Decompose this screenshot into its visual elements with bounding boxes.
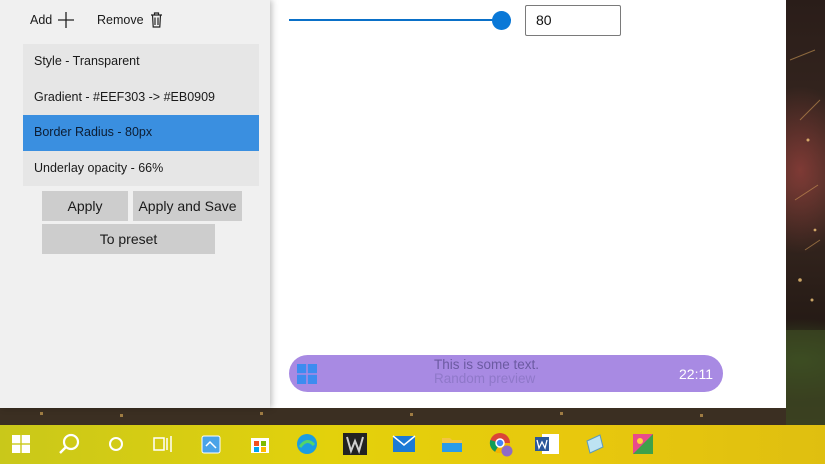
add-label: Add (30, 13, 53, 27)
layer-panel: Add Remove Style - Transparent Gradient … (0, 0, 270, 408)
predator-icon[interactable] (340, 429, 370, 459)
taskbar (0, 425, 825, 464)
border-radius-slider-track[interactable] (289, 19, 511, 21)
notes-app-icon[interactable] (196, 429, 226, 459)
remove-label: Remove (97, 13, 144, 27)
mail-icon[interactable] (389, 429, 419, 459)
preview-clock: 22:11 (679, 366, 713, 382)
layer-item-style[interactable]: Style - Transparent (23, 44, 259, 80)
word-icon[interactable] (532, 429, 562, 459)
chrome-icon[interactable] (486, 429, 516, 459)
edge-icon[interactable] (292, 429, 322, 459)
preview-ghost-text: Random preview (434, 371, 536, 386)
windows-start-icon[interactable] (6, 429, 36, 459)
customizer-window: Add Remove Style - Transparent Gradient … (0, 0, 786, 408)
remove-button[interactable]: Remove (97, 9, 163, 31)
border-radius-input[interactable]: 80 (525, 5, 621, 36)
cortana-icon[interactable] (101, 429, 131, 459)
apply-button[interactable]: Apply (42, 191, 128, 221)
file-explorer-icon[interactable] (437, 429, 467, 459)
trash-icon (150, 12, 162, 28)
layer-item-border-radius[interactable]: Border Radius - 80px (23, 115, 259, 151)
notepad-icon[interactable] (580, 429, 610, 459)
plus-icon (58, 12, 75, 28)
paint-icon[interactable] (628, 429, 658, 459)
search-icon[interactable] (54, 429, 84, 459)
layer-item-underlay-opacity[interactable]: Underlay opacity - 66% (23, 151, 259, 187)
border-radius-slider-thumb[interactable] (492, 11, 511, 30)
to-preset-button[interactable]: To preset (42, 224, 215, 254)
microsoft-store-icon[interactable] (245, 429, 275, 459)
add-button[interactable]: Add (30, 9, 75, 31)
windows-logo-icon (297, 364, 317, 384)
apply-and-save-button[interactable]: Apply and Save (133, 191, 242, 221)
layer-toolbar: Add Remove (16, 0, 264, 38)
layer-list: Style - Transparent Gradient - #EEF303 -… (23, 44, 259, 186)
layer-item-gradient[interactable]: Gradient - #EEF303 -> #EB0909 (23, 80, 259, 116)
taskbar-preview: This is some text. Random preview 22:11 (289, 355, 723, 392)
task-view-icon[interactable] (148, 429, 178, 459)
